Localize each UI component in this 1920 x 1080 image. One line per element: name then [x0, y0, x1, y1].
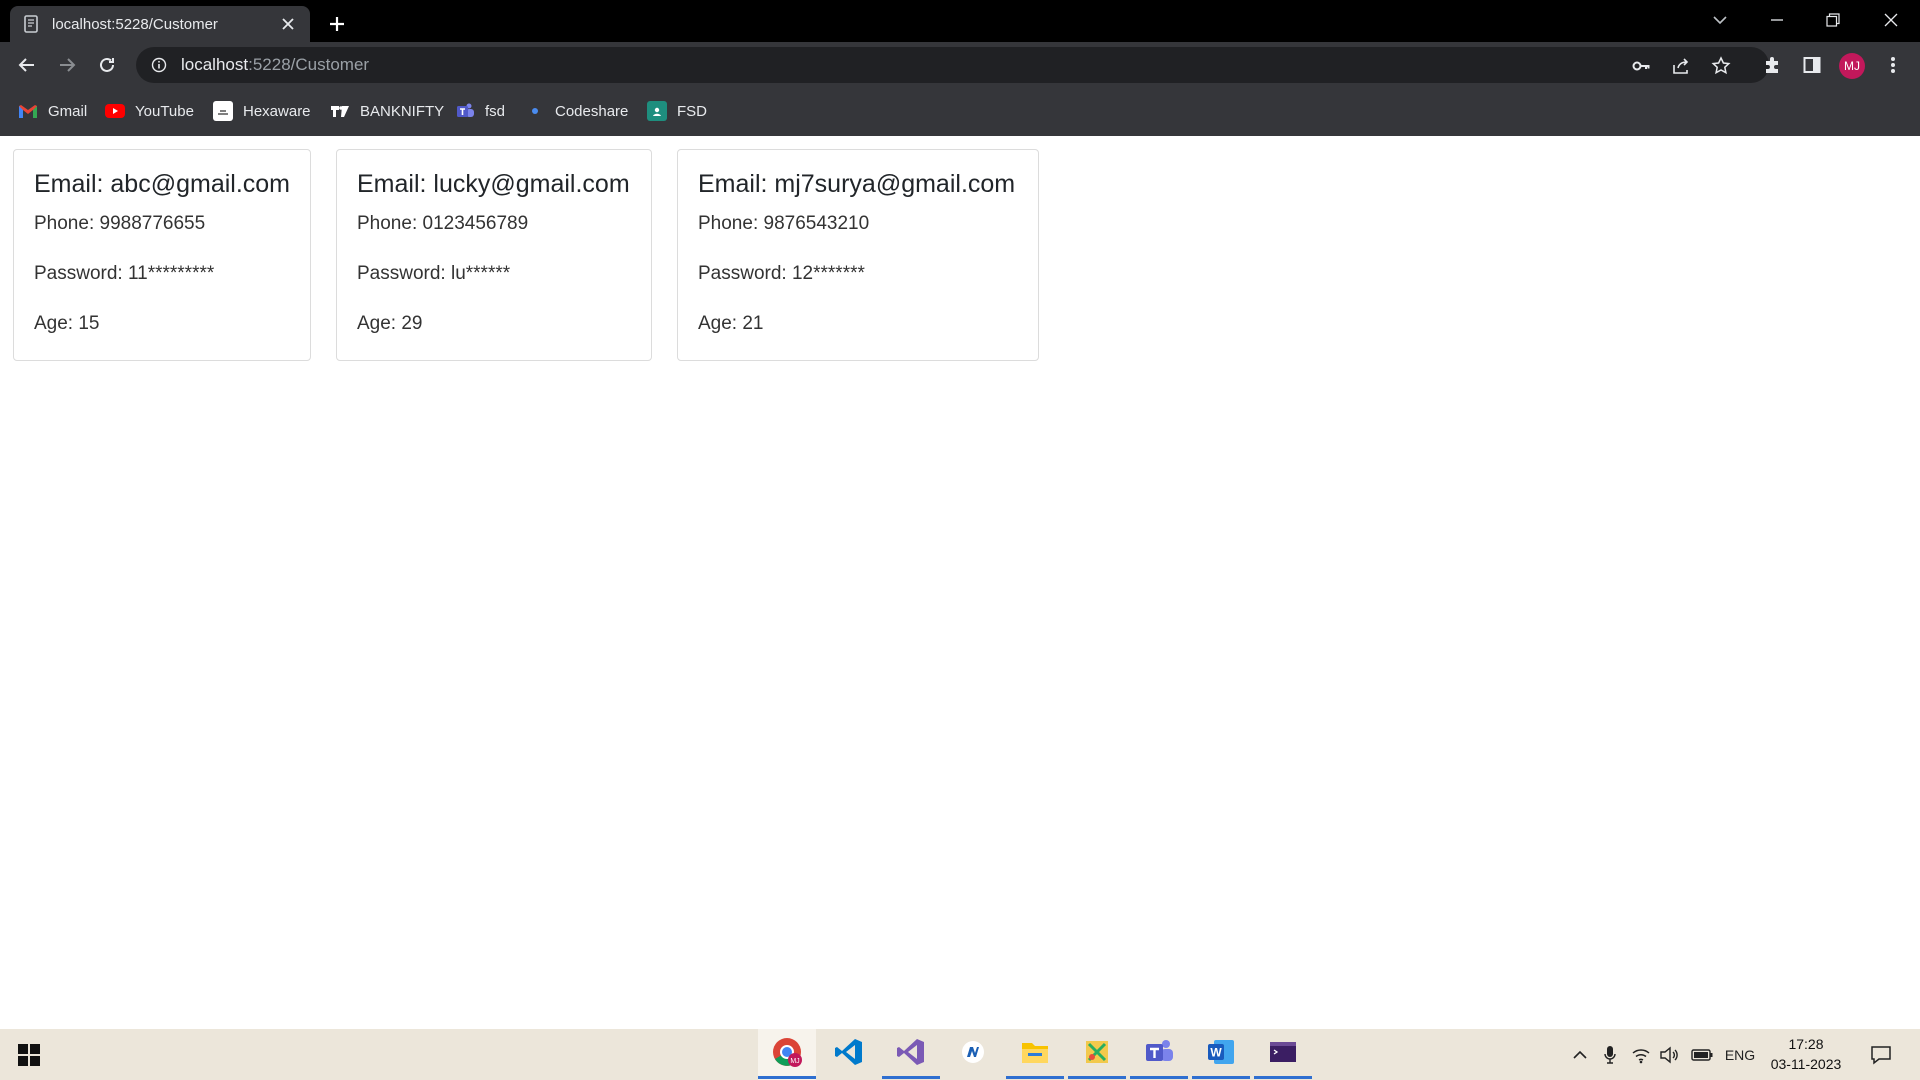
svg-text:W: W [1210, 1046, 1222, 1060]
active-indicator [1192, 1076, 1250, 1079]
bookmark-gmail[interactable]: Gmail [18, 99, 87, 123]
taskbar-terminal[interactable] [1254, 1029, 1312, 1080]
browser-titlebar: localhost:5228/Customer [0, 0, 1920, 42]
bookmarks-bar: Gmail YouTube Hexaware BANKNIFTY fsd Cod… [0, 88, 1920, 136]
file-explorer-icon [1020, 1039, 1050, 1070]
active-indicator [1130, 1076, 1188, 1079]
bookmark-fsd-teams[interactable]: fsd [455, 99, 505, 123]
page-favicon-icon [22, 15, 40, 33]
minimize-icon[interactable] [1752, 0, 1802, 40]
taskbar-word[interactable]: W [1192, 1029, 1250, 1080]
profile-avatar[interactable]: MJ [1839, 53, 1865, 79]
customer-phone: Phone: 0123456789 [357, 213, 529, 234]
battery-icon[interactable] [1690, 1029, 1714, 1080]
windows-start-icon[interactable] [18, 1044, 40, 1066]
customer-password: Password: 11********* [34, 263, 215, 284]
teams-icon [1144, 1038, 1174, 1071]
customer-password: Password: 12******* [698, 263, 865, 284]
taskbar-chrome[interactable]: MJ [758, 1029, 816, 1080]
word-icon: W [1206, 1038, 1236, 1071]
address-bar[interactable]: localhost:5228/Customer [136, 47, 1769, 83]
bookmark-fsd-classroom[interactable]: FSD [647, 99, 707, 123]
site-info-icon[interactable] [149, 55, 169, 75]
forward-icon[interactable] [52, 50, 82, 80]
customer-card: Email: lucky@gmail.com Phone: 0123456789… [336, 149, 652, 361]
volume-icon[interactable] [1658, 1029, 1680, 1080]
tab-search-icon[interactable] [1695, 0, 1745, 40]
bookmark-star-icon[interactable] [1710, 55, 1732, 77]
bookmark-banknifty[interactable]: BANKNIFTY [330, 99, 444, 123]
browser-tab[interactable]: localhost:5228/Customer [10, 6, 310, 42]
customer-age: Age: 21 [698, 313, 764, 334]
windows-taskbar: MJ W ENG 17:28 03-11-2023 [0, 1029, 1920, 1080]
share-icon[interactable] [1670, 55, 1692, 77]
key-icon[interactable] [1630, 55, 1652, 77]
more-menu-icon[interactable] [1880, 52, 1906, 78]
notification-icon[interactable] [1866, 1029, 1896, 1080]
chrome-icon: MJ [771, 1036, 803, 1073]
taskbar-teams[interactable] [1130, 1029, 1188, 1080]
active-indicator [758, 1076, 816, 1079]
bookmark-codeshare[interactable]: Codeshare [525, 99, 628, 123]
customer-password: Password: lu****** [357, 263, 511, 284]
browser-toolbar: localhost:5228/Customer MJ [0, 42, 1920, 88]
gmail-icon [18, 101, 38, 121]
dot-icon [525, 101, 545, 121]
tradingview-icon [330, 101, 350, 121]
back-icon[interactable] [12, 50, 42, 80]
customer-email: Email: lucky@gmail.com [357, 170, 630, 198]
svg-text:MJ: MJ [790, 1058, 799, 1065]
wifi-icon[interactable] [1630, 1029, 1652, 1080]
hexaware-icon [213, 101, 233, 121]
page-content: Email: abc@gmail.com Phone: 9988776655 P… [0, 136, 1920, 1029]
microphone-icon[interactable] [1600, 1029, 1620, 1080]
taskbar-vscode[interactable] [820, 1029, 878, 1080]
clock-time: 17:28 [1788, 1036, 1824, 1052]
show-hidden-icons-icon[interactable] [1570, 1029, 1590, 1080]
customer-phone: Phone: 9988776655 [34, 213, 206, 234]
teams-icon [455, 101, 475, 121]
customer-email: Email: abc@gmail.com [34, 170, 291, 198]
extensions-icon[interactable] [1759, 52, 1785, 78]
taskbar-visual-studio[interactable] [882, 1029, 940, 1080]
snip-icon [1083, 1038, 1111, 1071]
close-tab-icon[interactable] [278, 14, 298, 34]
customer-age: Age: 29 [357, 313, 423, 334]
url-text: localhost:5228/Customer [181, 55, 370, 74]
active-indicator [882, 1076, 940, 1079]
bookmark-hexaware[interactable]: Hexaware [213, 99, 311, 123]
taskbar-clock[interactable]: 17:28 03-11-2023 [1766, 1034, 1846, 1074]
new-tab-button[interactable] [322, 9, 352, 39]
active-indicator [1254, 1076, 1312, 1079]
taskbar-snip[interactable] [1068, 1029, 1126, 1080]
customer-card: Email: mj7surya@gmail.com Phone: 9876543… [677, 149, 1039, 361]
classroom-icon [647, 101, 667, 121]
restore-icon[interactable] [1808, 0, 1858, 40]
taskbar-file-explorer[interactable] [1006, 1029, 1064, 1080]
customer-phone: Phone: 9876543210 [698, 213, 870, 234]
visual-studio-icon [896, 1037, 926, 1072]
close-window-icon[interactable] [1866, 0, 1916, 40]
tab-title: localhost:5228/Customer [52, 15, 218, 33]
active-indicator [1068, 1076, 1126, 1079]
edge-icon [960, 1039, 986, 1070]
taskbar-app[interactable] [944, 1029, 1002, 1080]
language-indicator[interactable]: ENG [1722, 1029, 1758, 1080]
active-indicator [1006, 1076, 1064, 1079]
clock-date: 03-11-2023 [1770, 1056, 1842, 1072]
customer-age: Age: 15 [34, 313, 100, 334]
side-panel-icon[interactable] [1799, 52, 1825, 78]
reload-icon[interactable] [92, 50, 122, 80]
youtube-icon [105, 101, 125, 121]
customer-email: Email: mj7surya@gmail.com [698, 170, 1016, 198]
bookmark-youtube[interactable]: YouTube [105, 99, 194, 123]
vscode-icon [834, 1037, 864, 1072]
terminal-icon [1269, 1040, 1297, 1069]
customer-card: Email: abc@gmail.com Phone: 9988776655 P… [13, 149, 311, 361]
